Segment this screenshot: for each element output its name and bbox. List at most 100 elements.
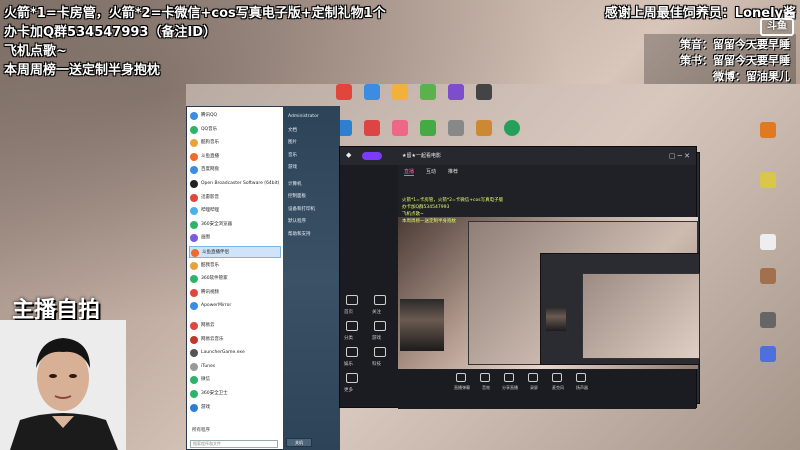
start-menu-item-label: 酷狗音乐 xyxy=(201,140,219,146)
desktop-icon[interactable] xyxy=(760,172,776,188)
sidebar-icon[interactable] xyxy=(374,295,386,305)
start-menu-item[interactable]: 网易云 xyxy=(189,320,281,332)
start-menu-item[interactable]: 微信 xyxy=(189,374,281,386)
start-menu-item[interactable]: iTunes xyxy=(189,361,281,373)
sidebar-item-label[interactable]: 科技 xyxy=(372,361,381,367)
start-menu-item-label: 百度网盘 xyxy=(201,167,219,173)
app-icon xyxy=(190,390,198,398)
start-menu-item[interactable]: 斗鱼直播 xyxy=(189,151,281,163)
start-menu-item-label: 360软件管家 xyxy=(201,276,228,282)
sidebar-icon[interactable] xyxy=(346,373,358,383)
control-icon xyxy=(576,373,586,382)
control-button[interactable]: 扬声器 xyxy=(574,373,588,395)
control-label: 直播弹幕 xyxy=(454,385,470,390)
app-tab[interactable]: 互动 xyxy=(426,168,436,175)
desktop-icon[interactable] xyxy=(760,234,776,250)
start-menu-item[interactable]: LauncherGame.exe xyxy=(189,347,281,359)
desktop-icon[interactable] xyxy=(392,84,408,100)
sidebar-icon[interactable] xyxy=(374,321,386,331)
start-menu-item[interactable]: 腾讯视频 xyxy=(189,287,281,299)
start-menu-link[interactable]: 默认程序 xyxy=(288,218,306,224)
app-icon xyxy=(190,193,198,202)
start-menu-item[interactable]: 百度网盘 xyxy=(189,164,281,176)
sidebar-icon[interactable] xyxy=(374,347,386,357)
control-button[interactable]: 分享直播 xyxy=(502,373,518,395)
app-icon xyxy=(190,180,198,188)
start-menu-link[interactable]: 控制面板 xyxy=(288,193,306,199)
start-menu-item[interactable]: 游戏 xyxy=(189,402,281,414)
shutdown-button[interactable]: 关机 xyxy=(286,438,312,447)
start-menu-item[interactable]: 酷狗音乐 xyxy=(189,137,281,149)
sidebar-icon[interactable] xyxy=(346,295,358,305)
control-button[interactable]: 直播弹幕 xyxy=(454,373,470,395)
start-menu-link[interactable]: 图片 xyxy=(288,139,297,145)
start-menu-link[interactable]: 设备和打印机 xyxy=(288,206,315,212)
desktop-icon[interactable] xyxy=(760,268,776,284)
desktop-icon[interactable] xyxy=(760,312,776,328)
desktop-icon[interactable] xyxy=(364,120,380,136)
control-label: 录屏 xyxy=(530,385,538,390)
app-tab[interactable]: 直播 xyxy=(404,168,415,176)
desktop-icon[interactable] xyxy=(420,84,436,100)
start-menu-item[interactable]: 网易云音乐 xyxy=(189,334,281,346)
start-menu-item[interactable]: 哔哩哔哩 xyxy=(189,205,281,217)
desktop-icon[interactable] xyxy=(420,120,436,136)
start-menu-item[interactable]: 迅雷影音 xyxy=(189,192,281,204)
start-menu-link[interactable]: 计算机 xyxy=(288,181,302,187)
start-menu-item[interactable]: 360安全浏览器 xyxy=(189,219,281,231)
desktop-icon[interactable] xyxy=(476,120,492,136)
start-menu-item[interactable]: ApowerMirror xyxy=(189,300,281,312)
start-menu-item[interactable]: 酷我音乐 xyxy=(189,260,281,272)
start-menu-item[interactable]: 画图 xyxy=(189,232,281,244)
desktop-icon[interactable] xyxy=(448,84,464,100)
preview-overlay-line: 本周周榜一送定制半身抱枕 xyxy=(402,219,456,224)
app-search-pill[interactable] xyxy=(362,152,382,160)
desktop-icon[interactable] xyxy=(504,120,520,136)
desktop-icon[interactable] xyxy=(392,120,408,136)
start-menu-item[interactable]: 360安全卫士 xyxy=(189,388,281,400)
start-menu-item[interactable]: 斗鱼直播伴侣 xyxy=(189,246,281,258)
desktop-icon[interactable] xyxy=(760,346,776,362)
start-menu-item[interactable]: 360软件管家 xyxy=(189,273,281,285)
start-menu-item-label: 网易云音乐 xyxy=(201,336,224,342)
sidebar-item-label[interactable]: 首页 xyxy=(344,309,353,315)
start-menu-item[interactable]: Open Broadcaster Software (64bit) xyxy=(189,178,281,190)
sidebar-item-label[interactable]: 更多 xyxy=(344,387,353,393)
all-programs-link[interactable]: 所有程序 xyxy=(192,427,210,433)
live-app-window[interactable]: ◆ ★留★一起看电影 ▢ ─ ✕ 首页 关注 分类 游戏 娱乐 科技 更多 直播 互动 推荐 火… xyxy=(339,146,700,409)
desktop-icon[interactable] xyxy=(760,122,776,138)
desktop-icon[interactable] xyxy=(336,84,352,100)
sidebar-item-label[interactable]: 娱乐 xyxy=(344,361,353,367)
desktop-icon[interactable] xyxy=(364,84,380,100)
control-button[interactable]: 音效 xyxy=(478,373,492,395)
start-menu-link[interactable]: 文档 xyxy=(288,127,297,133)
sidebar-item-label[interactable]: 关注 xyxy=(372,309,381,315)
sidebar-icon[interactable] xyxy=(346,321,358,331)
app-tab[interactable]: 推荐 xyxy=(448,168,458,175)
app-icon xyxy=(190,288,198,297)
sidebar-item-label[interactable]: 游戏 xyxy=(372,335,381,341)
start-menu-link[interactable]: 帮助和支持 xyxy=(288,231,311,237)
desktop-icon[interactable] xyxy=(476,84,492,100)
control-button[interactable]: 录屏 xyxy=(526,373,540,395)
start-search-input[interactable]: 搜索程序和文件 xyxy=(190,440,278,448)
app-icon xyxy=(190,302,198,311)
start-menu-link[interactable]: Administrator xyxy=(288,114,319,119)
control-button[interactable]: 麦克风 xyxy=(550,373,564,395)
start-menu-item-label: ApowerMirror xyxy=(201,303,232,309)
start-menu-item-label: 网易云 xyxy=(201,323,215,328)
sidebar-icon[interactable] xyxy=(346,347,358,357)
app-icon xyxy=(190,220,198,229)
control-icon xyxy=(504,373,514,382)
start-menu-link[interactable]: 游戏 xyxy=(288,164,297,170)
window-controls[interactable]: ▢ ─ ✕ xyxy=(669,152,690,160)
app-titlebar: ◆ ★留★一起看电影 ▢ ─ ✕ xyxy=(340,147,696,165)
start-menu-item-label: LauncherGame.exe xyxy=(201,350,245,356)
desktop-icon[interactable] xyxy=(448,120,464,136)
start-menu-item[interactable]: QQ音乐 xyxy=(189,124,281,136)
start-menu-link[interactable]: 音乐 xyxy=(288,152,297,158)
start-menu-item-label: 360安全卫士 xyxy=(201,391,228,396)
app-sidebar: 首页 关注分类 游戏娱乐 科技更多 xyxy=(340,165,398,407)
start-menu-item[interactable]: 腾讯QQ xyxy=(189,110,281,122)
sidebar-item-label[interactable]: 分类 xyxy=(344,335,353,341)
